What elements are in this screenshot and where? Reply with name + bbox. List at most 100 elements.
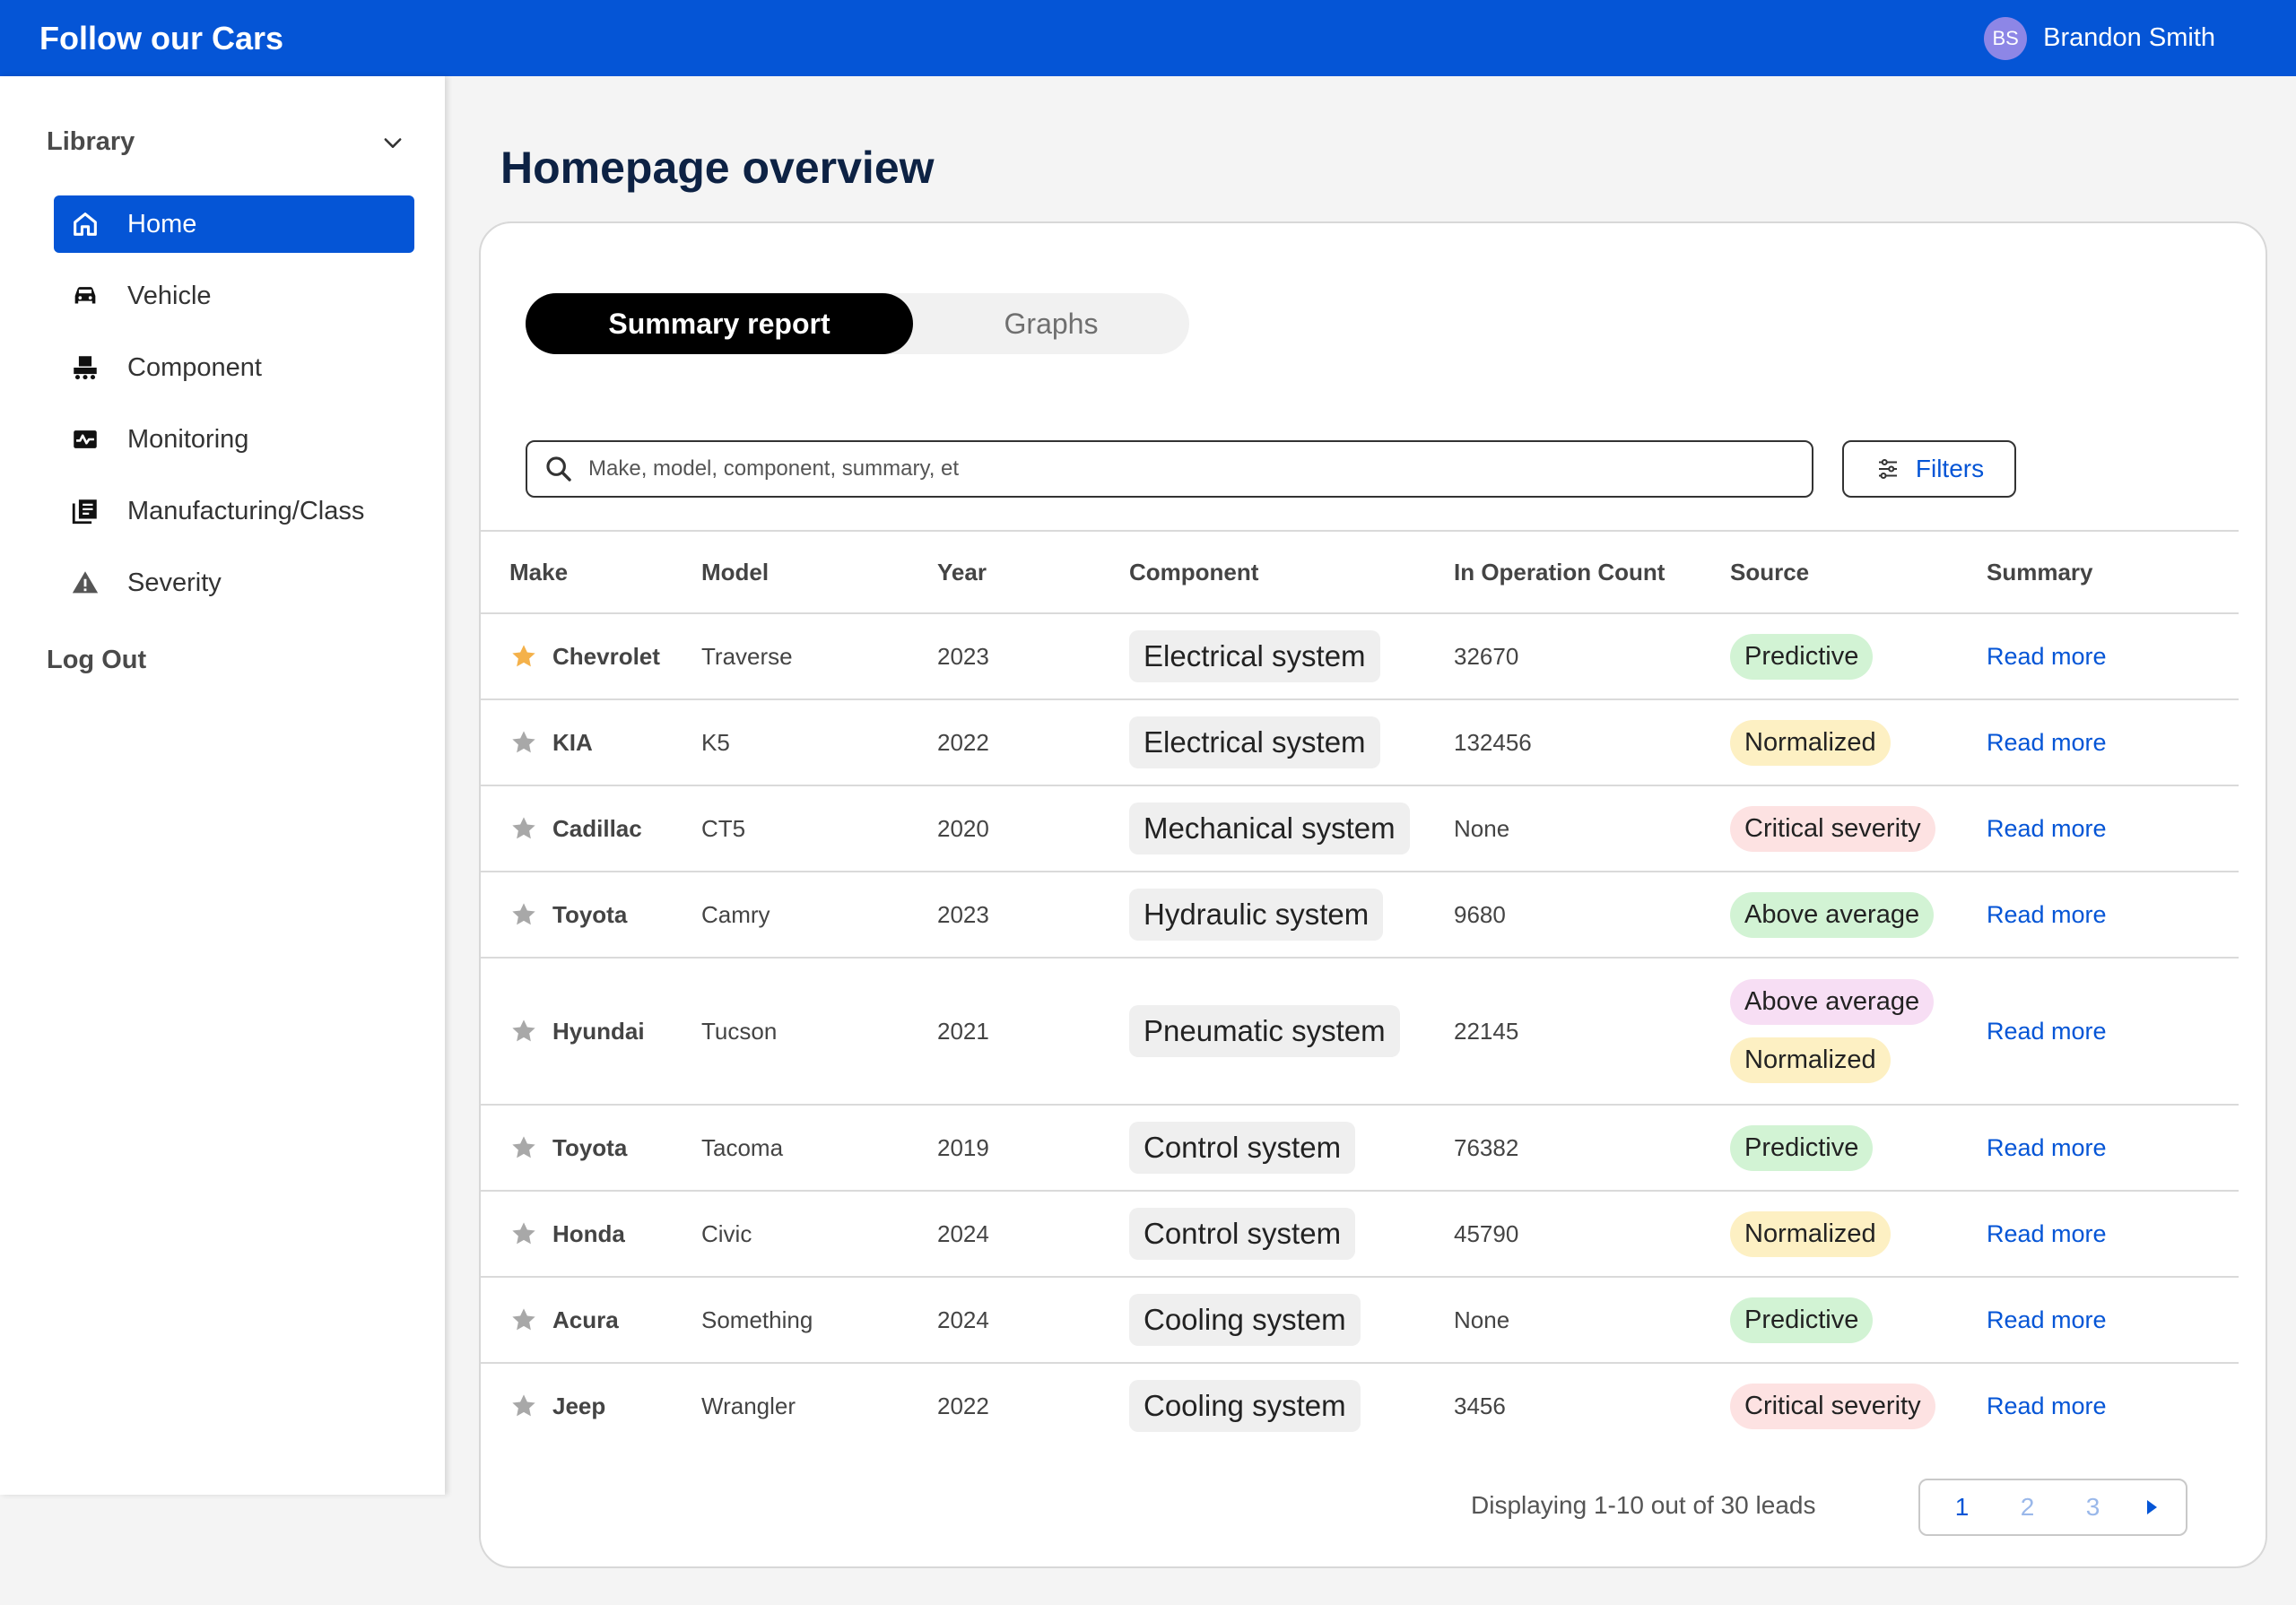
star-icon[interactable]	[509, 1392, 538, 1420]
source-cell: Normalized	[1730, 719, 1987, 766]
year-cell: 2023	[937, 900, 989, 928]
search-input[interactable]	[588, 456, 1812, 482]
source-badge: Predictive	[1730, 1124, 1874, 1171]
column-header-count[interactable]: In Operation Count	[1454, 559, 1730, 586]
table-row[interactable]: Jeep Wrangler 2022 Cooling system 3456 C…	[481, 1362, 2239, 1448]
logout-link[interactable]: Log Out	[47, 646, 146, 675]
year-cell: 2021	[937, 1017, 989, 1045]
table-row[interactable]: KIA K5 2022 Electrical system 132456 Nor…	[481, 698, 2239, 785]
table-row[interactable]: Toyota Camry 2023 Hydraulic system 9680 …	[481, 871, 2239, 957]
component-chip: Control system	[1129, 1122, 1356, 1174]
read-more-link[interactable]: Read more	[1987, 1134, 2107, 1161]
filters-button[interactable]: Filters	[1842, 440, 2016, 498]
column-header-make[interactable]: Make	[481, 559, 701, 586]
sidebar-item-label: Vehicle	[127, 281, 212, 310]
star-icon[interactable]	[509, 642, 538, 671]
pagination: 1 2 3	[1918, 1479, 2187, 1536]
model-cell: Something	[701, 1306, 813, 1333]
page-button-2[interactable]: 2	[2010, 1493, 2046, 1522]
source-cell: Above average	[1730, 891, 1987, 938]
next-page-icon[interactable]	[2141, 1497, 2162, 1518]
make-name: Acura	[552, 1306, 619, 1333]
table-row[interactable]: Honda Civic 2024 Control system 45790 No…	[481, 1190, 2239, 1276]
make-name: Hyundai	[552, 1017, 645, 1045]
make-name: Honda	[552, 1219, 625, 1247]
user-name[interactable]: Brandon Smith	[2043, 23, 2215, 53]
sidebar-item-monitoring[interactable]: Monitoring	[54, 411, 414, 468]
make-name: Toyota	[552, 900, 628, 928]
sidebar-item-manufacturing[interactable]: Manufacturing/Class	[54, 482, 414, 540]
component-cell: Mechanical system	[1129, 802, 1454, 855]
component-icon	[74, 356, 97, 380]
read-more-link[interactable]: Read more	[1987, 815, 2107, 842]
app-title[interactable]: Follow our Cars	[39, 20, 283, 57]
source-badge: Predictive	[1730, 633, 1874, 680]
sidebar-item-vehicle[interactable]: Vehicle	[54, 267, 414, 325]
star-icon[interactable]	[509, 814, 538, 843]
user-menu[interactable]: BS Brandon Smith	[1984, 16, 2215, 60]
read-more-link[interactable]: Read more	[1987, 901, 2107, 928]
home-icon	[74, 213, 97, 236]
year-cell: 2019	[937, 1133, 989, 1161]
component-cell: Hydraulic system	[1129, 889, 1454, 941]
column-header-model[interactable]: Model	[701, 559, 937, 586]
read-more-link[interactable]: Read more	[1987, 1392, 2107, 1419]
count-cell: 132456	[1454, 728, 1532, 756]
sidebar-item-component[interactable]: Component	[54, 339, 414, 396]
table-row[interactable]: Toyota Tacoma 2019 Control system 76382 …	[481, 1104, 2239, 1190]
model-cell: Tacoma	[701, 1133, 784, 1161]
tab-summary-report[interactable]: Summary report	[526, 293, 913, 354]
star-icon[interactable]	[509, 728, 538, 757]
read-more-link[interactable]: Read more	[1987, 1018, 2107, 1045]
summary-card: Summary report Graphs Filters Make Model…	[479, 221, 2267, 1568]
star-icon[interactable]	[509, 1133, 538, 1162]
car-icon	[74, 287, 96, 304]
pagination-summary: Displaying 1-10 out of 30 leads	[1471, 1491, 1816, 1519]
table-row[interactable]: Hyundai Tucson 2021 Pneumatic system 221…	[481, 957, 2239, 1104]
column-header-component[interactable]: Component	[1129, 559, 1454, 586]
year-cell: 2020	[937, 814, 989, 842]
sidebar-item-home[interactable]: Home	[54, 195, 414, 253]
avatar[interactable]: BS	[1984, 16, 2028, 60]
summary-cell: Read more	[1987, 1392, 2239, 1420]
sidebar-item-severity[interactable]: Severity	[54, 554, 414, 612]
search-box[interactable]	[526, 440, 1813, 498]
column-header-source[interactable]: Source	[1730, 559, 1987, 586]
star-icon[interactable]	[509, 900, 538, 929]
count-cell: 76382	[1454, 1133, 1519, 1161]
page-button-3[interactable]: 3	[2075, 1493, 2111, 1522]
table-row[interactable]: Chevrolet Traverse 2023 Electrical syste…	[481, 612, 2239, 698]
source-cell: Predictive	[1730, 1124, 1987, 1171]
source-badge: Normalized	[1730, 1210, 1891, 1257]
column-header-year[interactable]: Year	[937, 559, 1129, 586]
column-header-summary[interactable]: Summary	[1987, 559, 2239, 586]
model-cell: Civic	[701, 1219, 752, 1247]
chevron-down-icon	[384, 137, 402, 148]
table-row[interactable]: Acura Something 2024 Cooling system None…	[481, 1276, 2239, 1362]
star-icon[interactable]	[509, 1219, 538, 1248]
component-cell: Control system	[1129, 1208, 1454, 1260]
summary-cell: Read more	[1987, 1306, 2239, 1334]
model-cell: Tucson	[701, 1017, 778, 1045]
model-cell: Wrangler	[701, 1392, 796, 1419]
read-more-link[interactable]: Read more	[1987, 729, 2107, 756]
count-cell: None	[1454, 814, 1510, 842]
summary-cell: Read more	[1987, 1134, 2239, 1162]
count-cell: 32670	[1454, 642, 1519, 670]
read-more-link[interactable]: Read more	[1987, 1220, 2107, 1247]
component-cell: Cooling system	[1129, 1380, 1454, 1432]
component-chip: Mechanical system	[1129, 802, 1410, 855]
star-icon[interactable]	[509, 1306, 538, 1334]
make-cell: Honda	[481, 1219, 701, 1248]
component-chip: Electrical system	[1129, 630, 1380, 682]
star-icon[interactable]	[509, 1017, 538, 1045]
page-button-1[interactable]: 1	[1944, 1493, 1980, 1522]
read-more-link[interactable]: Read more	[1987, 643, 2107, 670]
model-cell: K5	[701, 728, 730, 756]
make-cell: Cadillac	[481, 814, 701, 843]
read-more-link[interactable]: Read more	[1987, 1306, 2107, 1333]
library-section-toggle[interactable]: Library	[47, 127, 405, 157]
make-cell: Chevrolet	[481, 642, 701, 671]
tab-graphs[interactable]: Graphs	[913, 293, 1189, 354]
table-row[interactable]: Cadillac CT5 2020 Mechanical system None…	[481, 785, 2239, 871]
